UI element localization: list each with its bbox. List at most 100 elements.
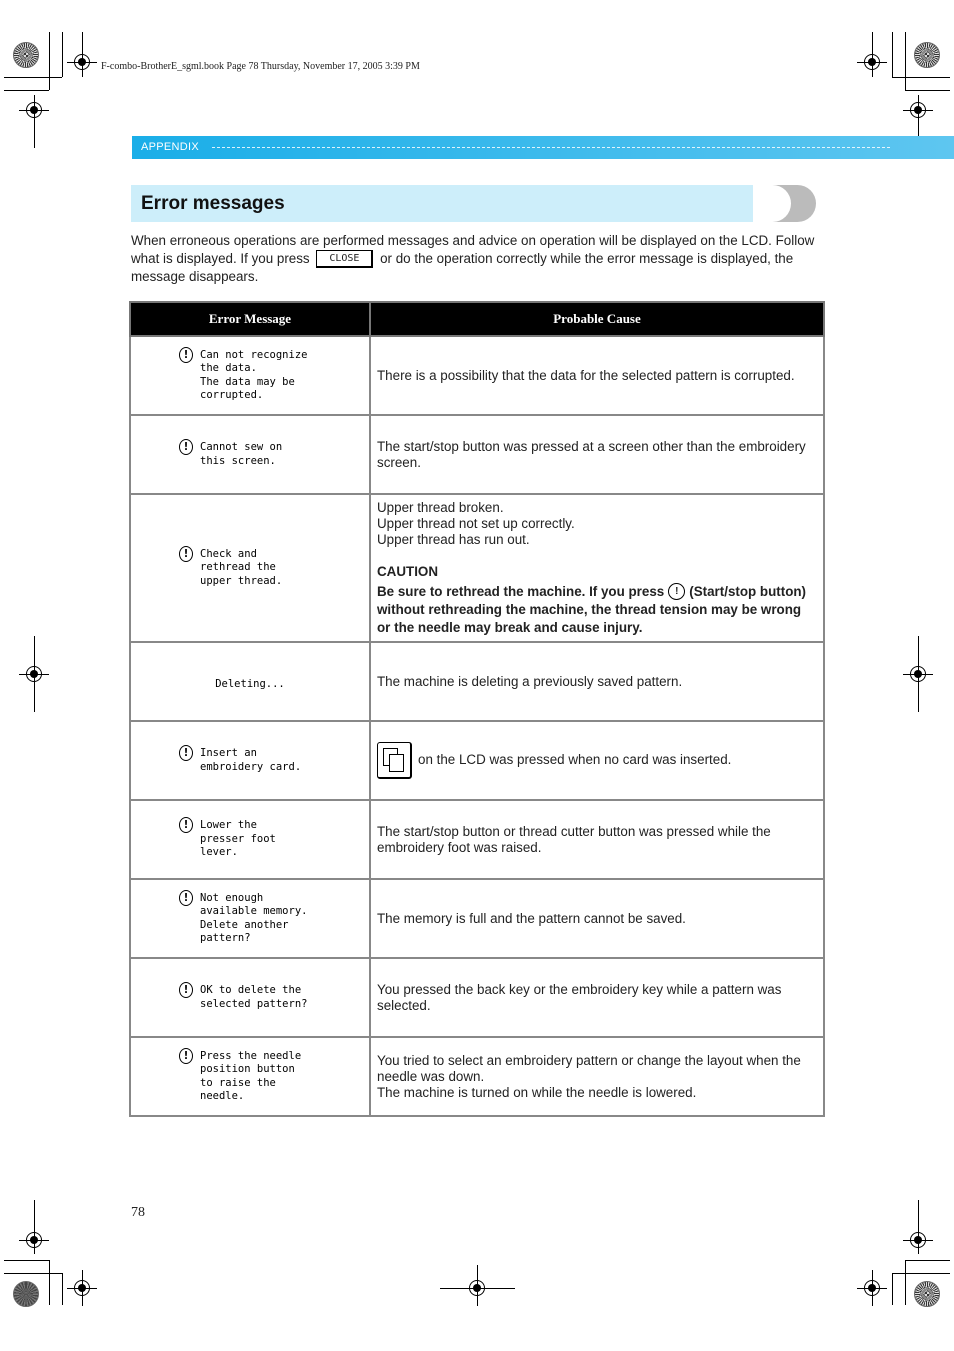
lcd-text: Lower the presser foot lever. <box>200 819 276 860</box>
probable-cause-cell: The start/stop button or thread cutter b… <box>369 799 825 880</box>
lcd-text: Insert an embroidery card. <box>200 747 301 774</box>
close-key: CLOSE <box>316 249 374 268</box>
crop-mark <box>872 1270 873 1306</box>
cause-line: You pressed the back key or the embroide… <box>377 981 782 1013</box>
probable-cause-cell: The start/stop button was pressed at a s… <box>369 414 825 495</box>
lcd-text: OK to delete the selected pattern? <box>200 984 307 1011</box>
lcd-message: ! Press the needle position button to raise… <box>131 1047 369 1104</box>
lcd-text: Check and rethread the upper thread. <box>200 548 282 589</box>
lcd-line: Can not recognize <box>200 348 308 361</box>
crop-mark <box>62 1273 63 1305</box>
table-header-row: Error Message Probable Cause <box>129 301 825 337</box>
probable-cause-cell: You pressed the back key or the embroide… <box>369 957 825 1038</box>
lcd-message: Deleting... <box>131 672 369 692</box>
cause-line: The start/stop button or thread cutter b… <box>377 823 771 855</box>
cause-line: The start/stop button was pressed at a s… <box>377 438 806 470</box>
cause-line: You tried to select an embroidery patter… <box>377 1052 801 1084</box>
lcd-line: Check and <box>200 547 257 560</box>
cause-line: There is a possibility that the data for… <box>377 367 795 383</box>
crop-mark <box>49 32 50 90</box>
crop-mark <box>892 32 893 77</box>
probable-cause-cell: The machine is deleting a previously sav… <box>369 641 825 722</box>
lcd-text: Can not recognize the data. The data may b… <box>200 349 307 403</box>
warning-icon: ! <box>179 1047 193 1064</box>
probable-cause-cell: The memory is full and the pattern canno… <box>369 878 825 959</box>
error-message-cell: ! Can not recognize the data. The data may … <box>129 335 371 416</box>
lcd-line: Not enough <box>200 891 264 904</box>
file-header: F-combo-BrotherE_sgml.book Page 78 Thurs… <box>101 61 420 72</box>
cause-line: Upper thread broken. <box>377 499 504 515</box>
warning-icon: ! <box>179 346 193 363</box>
crop-mark <box>872 32 873 77</box>
table-row: ! Not enough available memory. Delete anoth… <box>129 878 825 959</box>
header-error-message: Error Message <box>129 301 371 337</box>
error-message-cell: ! Check and rethread the upper thread. <box>129 493 371 643</box>
registration-star-icon <box>13 42 39 68</box>
cause-line: Upper thread has run out. <box>377 531 530 547</box>
crop-mark <box>905 90 950 91</box>
cause-line: The memory is full and the pattern canno… <box>377 910 686 926</box>
crop-mark <box>918 636 919 712</box>
caution-text-1: Be sure to rethread the machine. If you … <box>377 583 665 599</box>
error-message-cell: ! Cannot sew on this screen. <box>129 414 371 495</box>
table-row: Deleting... The machine is deleting a pre… <box>129 641 825 722</box>
warning-icon: ! <box>179 439 193 455</box>
intro-paragraph: When erroneous operations are performed … <box>131 232 821 285</box>
lcd-message: ! Check and rethread the upper thread. <box>131 545 369 589</box>
title-bar: Error messages <box>131 185 771 222</box>
section-header-bar: APPENDIX <box>132 136 954 159</box>
crop-mark <box>34 1200 35 1254</box>
lcd-text: Press the needle position button to raise … <box>200 1050 301 1104</box>
crop-mark <box>34 636 35 712</box>
lcd-line: The data may be <box>200 375 295 388</box>
lcd-line: position button <box>200 1063 295 1075</box>
lcd-line: Delete another <box>200 918 289 931</box>
lcd-line: rethread the <box>200 561 276 574</box>
registration-star-icon <box>13 1281 39 1307</box>
lcd-message: ! Can not recognize the data. The data may … <box>131 346 369 403</box>
probable-cause-cell: Upper thread broken. Upper thread not set… <box>369 493 825 643</box>
warning-icon: ! <box>179 745 193 761</box>
crop-mark <box>905 32 906 90</box>
lcd-message: ! Insert an embroidery card. <box>131 745 369 774</box>
lcd-message: ! Cannot sew on this screen. <box>131 439 369 468</box>
crop-mark <box>62 32 63 77</box>
lcd-line: available memory. <box>200 905 308 917</box>
lcd-line: Press the needle <box>200 1049 302 1062</box>
header-probable-cause: Probable Cause <box>369 301 825 337</box>
table-row: ! OK to delete the selected pattern? You pr… <box>129 957 825 1038</box>
probable-cause-cell: on the LCD was pressed when no card was … <box>369 720 825 801</box>
cause-line: The machine is turned on while the needl… <box>377 1084 697 1100</box>
crop-mark <box>4 77 62 78</box>
section-rule <box>212 147 890 149</box>
crop-mark <box>4 1260 49 1261</box>
table-row: ! Can not recognize the data. The data may … <box>129 335 825 416</box>
cause-line: The machine is deleting a previously sav… <box>377 673 683 689</box>
lcd-line: Cannot sew on <box>200 441 283 453</box>
lcd-line: OK to delete the <box>200 984 302 996</box>
lcd-line: to raise the <box>200 1076 276 1089</box>
caution-title: CAUTION <box>377 563 438 579</box>
lcd-line: corrupted. <box>200 389 264 401</box>
probable-cause-cell: You tried to select an embroidery patter… <box>369 1036 825 1117</box>
crop-mark <box>892 1273 893 1305</box>
table-row: ! Press the needle position button to raise… <box>129 1036 825 1117</box>
error-message-cell: ! Press the needle position button to raise… <box>129 1036 371 1117</box>
lcd-line: Deleting... <box>215 677 285 690</box>
crop-mark <box>918 1200 919 1254</box>
lcd-line: Insert an <box>200 747 257 759</box>
error-message-cell: ! Lower the presser foot lever. <box>129 799 371 880</box>
table-row: ! Check and rethread the upper thread. Upper… <box>129 493 825 643</box>
lcd-line: presser foot <box>200 832 276 845</box>
crop-mark <box>4 1273 62 1274</box>
crop-mark <box>892 77 950 78</box>
lcd-line: pattern? <box>200 932 251 944</box>
crop-mark <box>892 1273 950 1274</box>
crop-mark <box>4 90 49 91</box>
warning-icon: ! <box>179 545 193 562</box>
start-stop-icon: ! <box>668 583 686 601</box>
lcd-line: needle. <box>200 1090 245 1102</box>
crop-mark <box>477 1265 478 1306</box>
caution-body: Be sure to rethread the machine. If you … <box>377 583 817 637</box>
lcd-line: the data. <box>200 362 257 374</box>
